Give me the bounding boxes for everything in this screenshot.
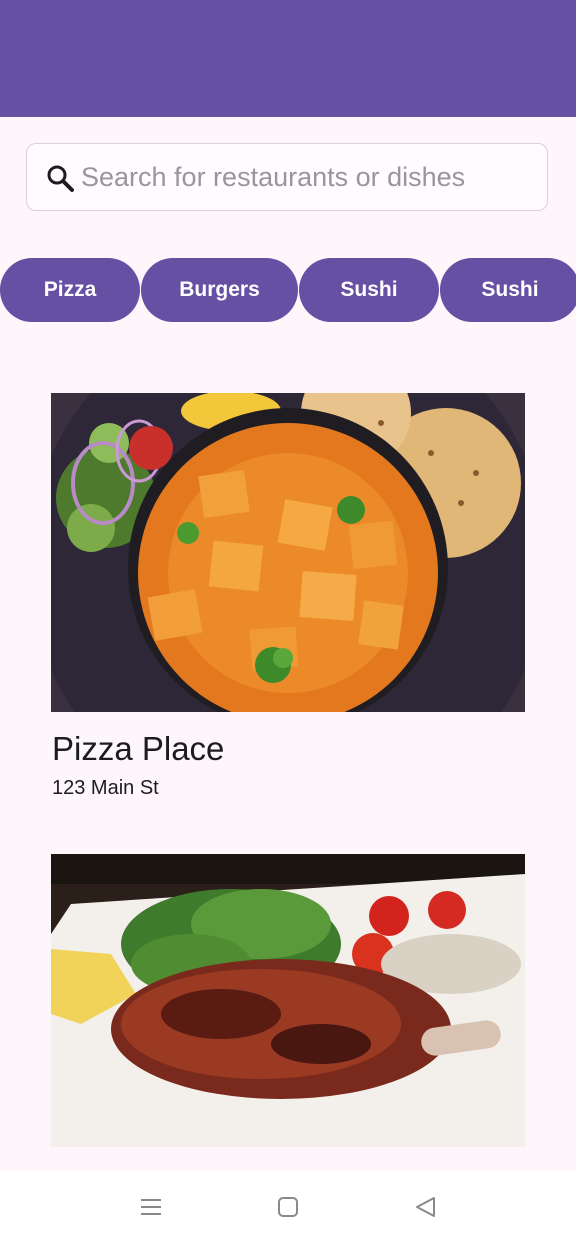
menu-icon[interactable] [137, 1193, 165, 1221]
search-icon [47, 165, 74, 192]
top-app-bar [0, 0, 576, 117]
restaurant-name[interactable]: Pizza Place [52, 730, 224, 768]
category-chip-sushi[interactable]: Sushi [299, 258, 439, 322]
category-chip-label: Pizza [43, 278, 97, 301]
category-chip-pizza[interactable]: Pizza [0, 258, 140, 322]
category-chips: Pizza Burgers Sushi Sushi [0, 258, 576, 322]
category-chip-label: Burgers [179, 278, 260, 301]
search-bar[interactable] [26, 143, 548, 211]
home-icon[interactable] [274, 1193, 302, 1221]
category-chip-sushi[interactable]: Sushi [440, 258, 576, 322]
back-icon[interactable] [411, 1193, 439, 1221]
category-chip-label: Sushi [340, 278, 398, 301]
restaurant-address: 123 Main St [52, 777, 159, 799]
category-chip-burgers[interactable]: Burgers [141, 258, 298, 322]
restaurant-image[interactable] [51, 854, 525, 1147]
system-navigation-bar [0, 1171, 576, 1243]
restaurant-image[interactable] [51, 393, 525, 712]
category-chip-label: Sushi [481, 278, 539, 301]
search-input[interactable] [81, 144, 533, 210]
